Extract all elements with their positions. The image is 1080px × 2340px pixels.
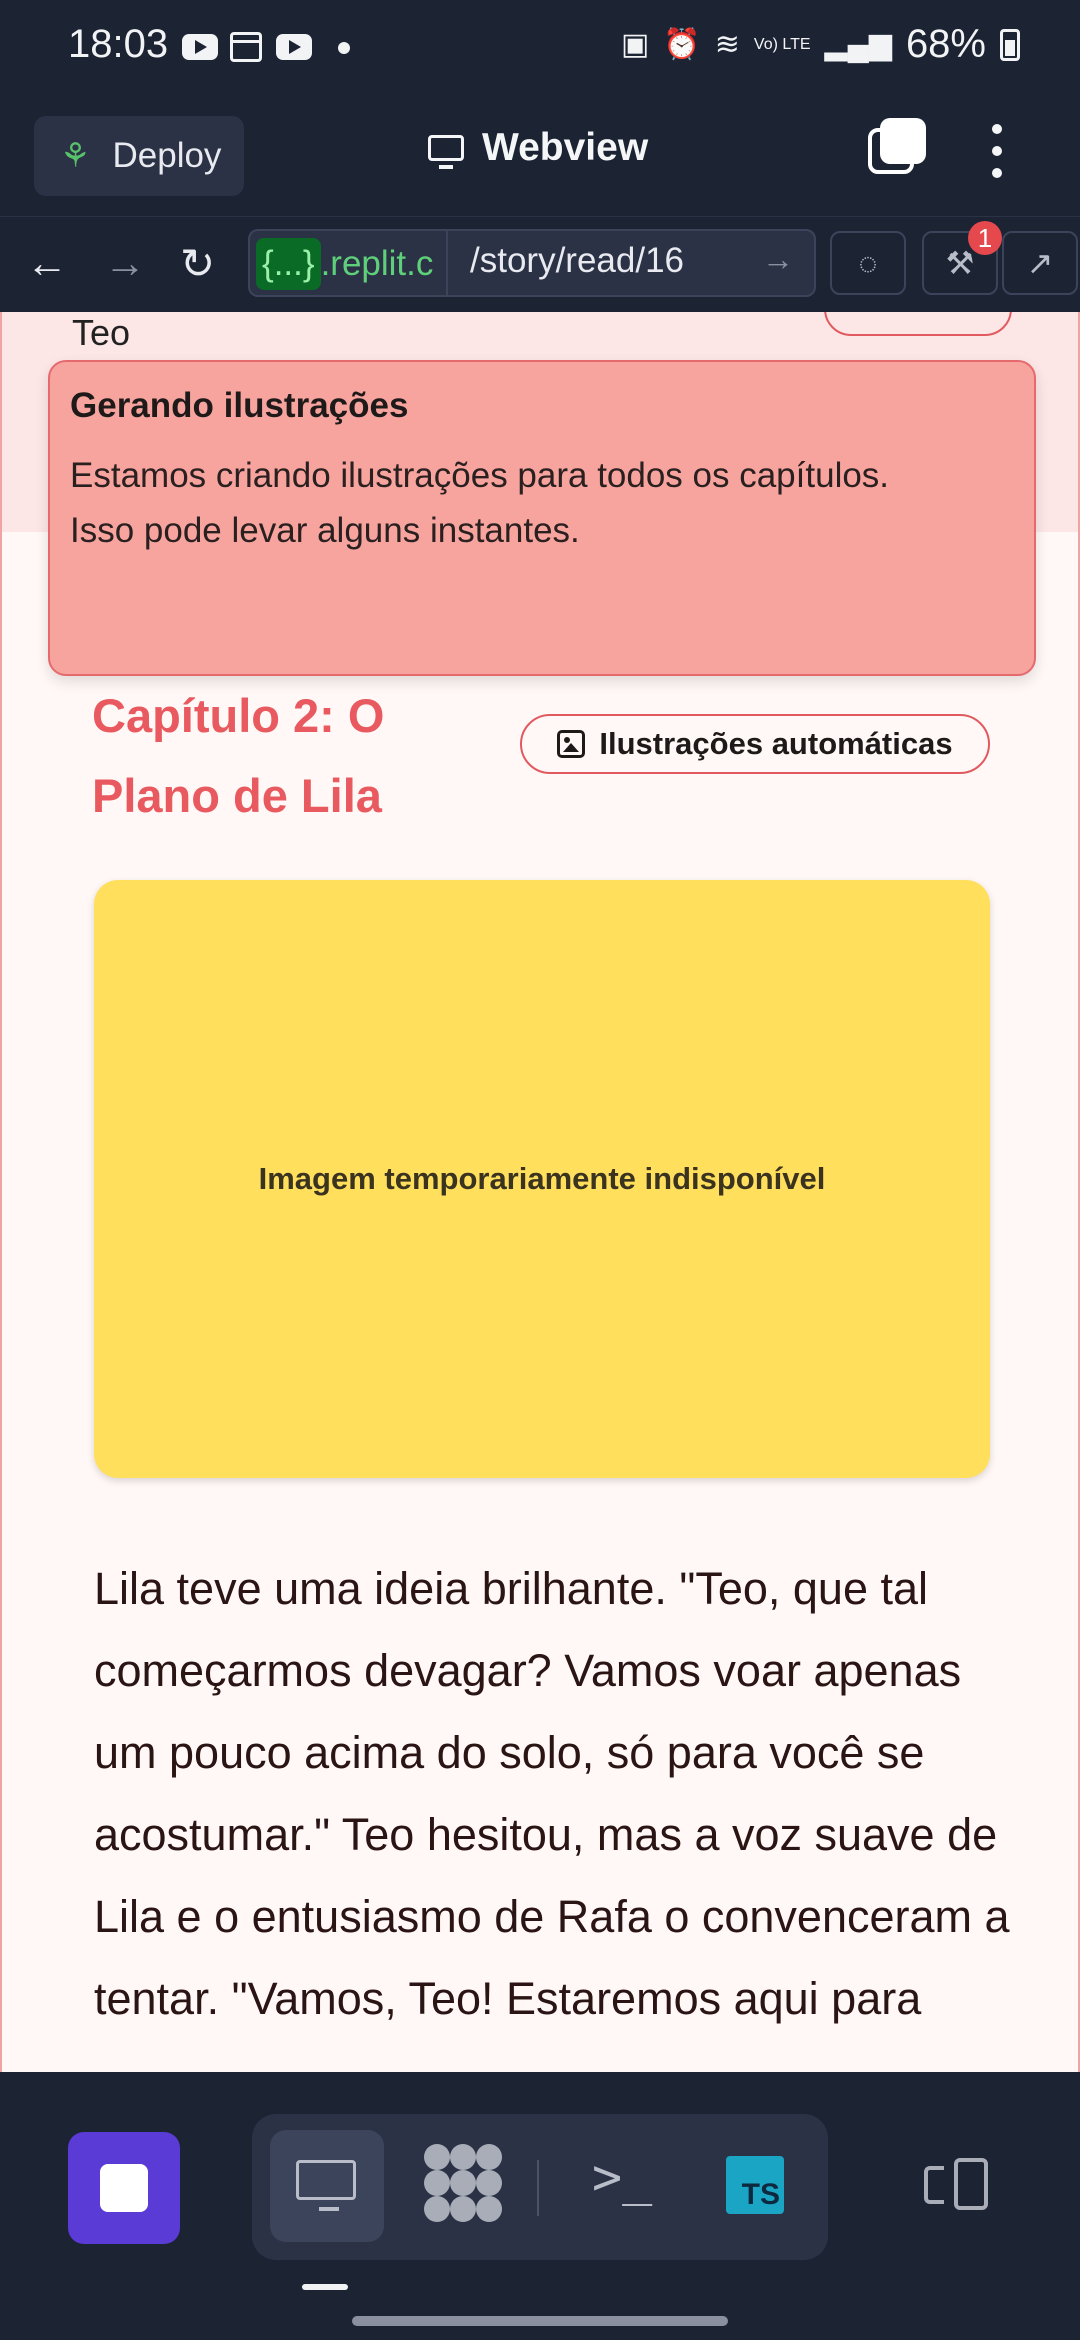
external-link-icon: ↗ — [1026, 245, 1054, 281]
active-tab-indicator — [302, 2284, 348, 2290]
notification-dot-icon — [338, 42, 350, 54]
deploy-label: Deploy — [112, 136, 222, 175]
status-right: ▣ ⏰ ≋ Vo) LTE ▂▄▆ 68% — [621, 22, 1020, 67]
calendar-icon — [230, 32, 262, 62]
chapter-title: Capítulo 2: O Plano de Lila — [92, 689, 385, 822]
image-icon — [557, 730, 586, 758]
bottom-bar: >_ TS — [0, 2072, 1080, 2340]
url-path[interactable]: /story/read/16 — [468, 241, 684, 281]
palette-button[interactable]: ◌ — [830, 231, 906, 295]
home-indicator[interactable] — [352, 2316, 728, 2326]
battery-saver-icon: ▣ — [621, 28, 650, 61]
monitor-icon — [296, 2160, 356, 2211]
url-host-text: .replit.c — [320, 244, 434, 283]
wifi-icon: ≋ — [714, 28, 740, 61]
status-time: 18:03 — [68, 22, 169, 66]
back-button[interactable]: ← — [26, 239, 68, 287]
tab-typescript[interactable]: TS — [726, 2156, 784, 2214]
alarm-icon: ⏰ — [663, 28, 701, 61]
browser-toolbar: ← → ↻ {...} .replit.c /story/read/16 → ◌ … — [0, 216, 1080, 313]
open-external-button[interactable]: ↗ — [1002, 231, 1078, 295]
chapter-illustration: Imagem temporariamente indisponível — [94, 880, 990, 1478]
youtube-icon — [182, 34, 218, 60]
top-pill-button[interactable] — [824, 312, 1012, 336]
tab-shell[interactable]: >_ — [592, 2148, 652, 2206]
app-header: ⚘ Deploy Webview — [0, 96, 1080, 216]
layout-icon — [954, 2158, 988, 2210]
deploy-icon: ⚘ — [60, 137, 91, 175]
monitor-icon — [428, 135, 464, 169]
toast-description: Estamos criando ilustrações para todos o… — [70, 456, 890, 550]
devtools-button[interactable]: ⚒ 1 — [922, 221, 1002, 295]
youtube-icon — [276, 34, 312, 60]
reload-button[interactable]: ↻ — [180, 239, 215, 288]
character-name: Teo — [72, 312, 131, 353]
auto-illustrations-label: Ilustrações automáticas — [599, 726, 953, 761]
tab-agent[interactable] — [424, 2144, 502, 2222]
devtools-badge: 1 — [968, 221, 1002, 255]
auto-illustrations-button[interactable]: Ilustrações automáticas — [520, 714, 990, 774]
url-divider — [446, 231, 448, 295]
url-bar[interactable]: {...} .replit.c /story/read/16 → — [248, 229, 816, 297]
tab-divider — [537, 2160, 539, 2216]
more-menu-button[interactable] — [985, 118, 1009, 188]
status-bar: 18:03 ▣ ⏰ ≋ Vo) LTE ▂▄▆ 68% — [0, 0, 1080, 96]
header-title-text: Webview — [482, 126, 649, 169]
tool-tabs: >_ TS — [252, 2114, 828, 2260]
go-arrow-icon[interactable]: → — [762, 241, 794, 278]
tabs-button[interactable] — [868, 118, 926, 176]
tab-webview[interactable] — [270, 2130, 384, 2242]
image-unavailable-text: Imagem temporariamente indisponível — [258, 1161, 826, 1196]
story-paragraph: Lila teve uma ideia brilhante. "Teo, que… — [94, 1563, 1010, 2024]
battery-percent: 68% — [905, 22, 986, 66]
url-chip: {...} — [256, 238, 321, 290]
deploy-button[interactable]: ⚘ Deploy — [34, 116, 244, 196]
volte-label: Vo) LTE — [753, 35, 811, 53]
header-title: Webview — [428, 126, 648, 170]
toast-title: Gerando ilustrações — [70, 386, 409, 425]
layout-toggle-button[interactable] — [924, 2158, 988, 2214]
battery-icon — [1000, 28, 1020, 61]
signal-icon: ▂▄▆ — [824, 28, 892, 61]
palette-icon: ◌ — [858, 244, 878, 281]
webview-page: Teo Gerando ilustrações Estamos criando … — [0, 312, 1080, 2072]
forward-button[interactable]: → — [104, 239, 146, 287]
wrench-icon: ⚒ — [945, 245, 975, 281]
stop-button[interactable] — [68, 2132, 180, 2244]
